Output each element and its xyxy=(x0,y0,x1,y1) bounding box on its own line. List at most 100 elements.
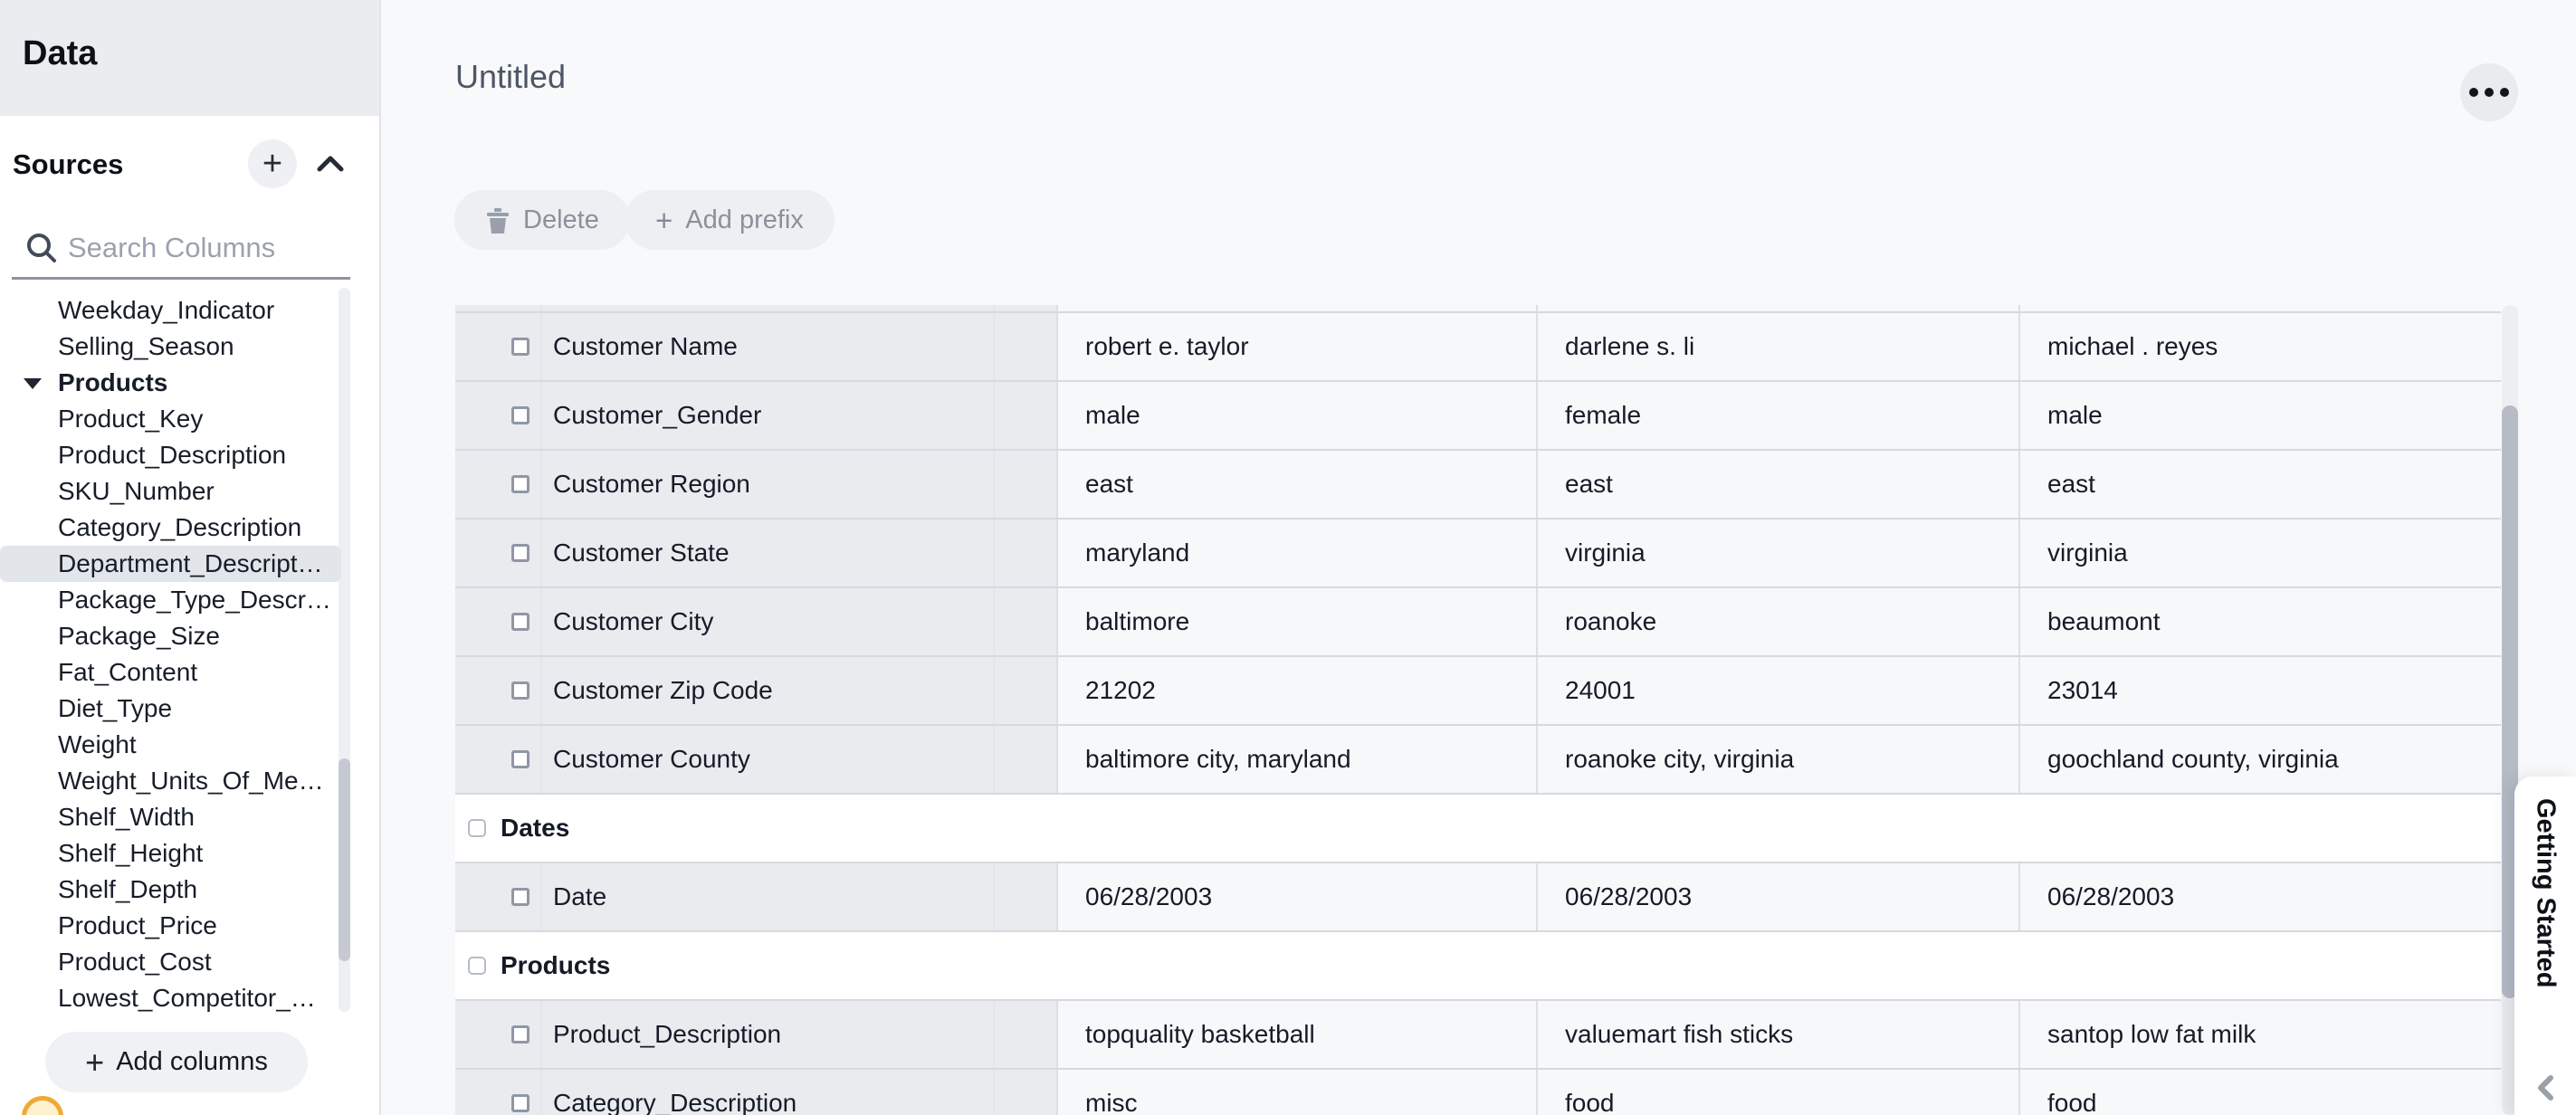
cell-gap xyxy=(993,588,1056,655)
sidebar-item-product-price[interactable]: Product_Price xyxy=(0,908,341,944)
caret-down-icon[interactable] xyxy=(24,378,42,389)
row-checkbox[interactable] xyxy=(511,613,530,631)
cell-gap xyxy=(993,313,1056,380)
cell-label[interactable]: Customer State xyxy=(540,519,993,586)
sidebar-item-label: Weight xyxy=(0,730,137,759)
delete-button[interactable]: Delete xyxy=(454,190,630,250)
sidebar-item-weight[interactable]: Weight xyxy=(0,727,341,763)
cell-value: baltimore xyxy=(1056,588,1536,655)
cell-value: beaumont xyxy=(2018,588,2501,655)
table-row-customer-county: Customer Countybaltimore city, marylandr… xyxy=(455,726,2501,795)
sidebar-item-package-type-descr[interactable]: Package_Type_Descr… xyxy=(0,582,341,618)
cell-label[interactable]: Customer Region xyxy=(540,451,993,518)
chevron-left-icon[interactable] xyxy=(2535,1073,2555,1102)
sidebar-item-label: Shelf_Height xyxy=(0,839,203,868)
cell-checkbox-column xyxy=(455,451,540,518)
add-prefix-button[interactable]: + Add prefix xyxy=(625,190,835,250)
sidebar-item-label: Category_Description xyxy=(0,513,301,542)
cell-value: east xyxy=(2018,451,2501,518)
table-row-customer-gender: Customer_Gendermalefemalemale xyxy=(455,382,2501,451)
cell-checkbox-column xyxy=(455,382,540,449)
row-checkbox[interactable] xyxy=(511,1025,530,1044)
sidebar-item-lowest-competitor[interactable]: Lowest_Competitor_… xyxy=(0,980,341,1016)
row-checkbox[interactable] xyxy=(511,475,530,493)
cell-checkbox-column xyxy=(455,1070,540,1115)
sidebar-item-selling-season[interactable]: Selling_Season xyxy=(0,329,341,365)
cell-checkbox-column xyxy=(455,519,540,586)
cell-label[interactable]: Customer Zip Code xyxy=(540,657,993,724)
sidebar-item-products[interactable]: Products xyxy=(0,365,341,401)
trash-icon xyxy=(485,205,510,234)
cell-label[interactable]: Customer County xyxy=(540,726,993,793)
sidebar-item-weight-units-of-me[interactable]: Weight_Units_Of_Me… xyxy=(0,763,341,799)
cell-value: 23014 xyxy=(2018,657,2501,724)
sidebar-item-label: Weekday_Indicator xyxy=(0,296,274,325)
cell-label[interactable]: Category_Description xyxy=(540,1070,993,1115)
cell-label[interactable]: Customer_Gender xyxy=(540,382,993,449)
cell-gap xyxy=(993,305,1056,311)
row-checkbox[interactable] xyxy=(511,544,530,562)
cell-checkbox-column xyxy=(455,863,540,930)
cell-gap xyxy=(993,519,1056,586)
sidebar-item-shelf-height[interactable]: Shelf_Height xyxy=(0,835,341,872)
add-columns-button[interactable]: + Add columns xyxy=(45,1032,308,1092)
row-checkbox[interactable] xyxy=(511,681,530,700)
sidebar-item-product-description[interactable]: Product_Description xyxy=(0,437,341,473)
add-source-button[interactable]: + xyxy=(248,139,297,188)
sidebar-item-shelf-depth[interactable]: Shelf_Depth xyxy=(0,872,341,908)
sidebar-item-product-cost[interactable]: Product_Cost xyxy=(0,944,341,980)
search-icon xyxy=(25,232,58,264)
sidebar-item-shelf-width[interactable]: Shelf_Width xyxy=(0,799,341,835)
cell-value: roanoke xyxy=(1536,588,2018,655)
sidebar-item-label: Selling_Season xyxy=(0,332,234,361)
cell-value xyxy=(2018,305,2501,311)
table-section-row-products[interactable]: Products xyxy=(455,932,2501,1001)
cell-gap xyxy=(993,863,1056,930)
sidebar-item-diet-type[interactable]: Diet_Type xyxy=(0,691,341,727)
sidebar-item-department-descript[interactable]: Department_Descript… xyxy=(0,546,341,582)
cell-value: east xyxy=(1536,451,2018,518)
sidebar-item-product-key[interactable]: Product_Key xyxy=(0,401,341,437)
table-row-customer-city: Customer City baltimoreroanokebeaumont xyxy=(455,588,2501,657)
table-section-row-dates[interactable]: Dates xyxy=(455,795,2501,863)
section-label: Products xyxy=(501,951,610,980)
chevron-up-icon[interactable] xyxy=(313,150,348,177)
getting-started-label: Getting Started xyxy=(2531,798,2561,987)
sidebar-item-weekday-indicator[interactable]: Weekday_Indicator xyxy=(0,292,341,329)
sidebar-item-label: Department_Descript… xyxy=(0,549,323,578)
sidebar-item-category-description[interactable]: Category_Description xyxy=(0,510,341,546)
getting-started-panel[interactable]: Getting Started xyxy=(2514,777,2576,1115)
row-checkbox[interactable] xyxy=(511,406,530,424)
sidebar-item-fat-content[interactable]: Fat_Content xyxy=(0,654,341,691)
sources-label: Sources xyxy=(13,148,123,181)
cell-label[interactable]: Product_Description xyxy=(540,1001,993,1068)
row-checkbox[interactable] xyxy=(511,1094,530,1112)
document-title[interactable]: Untitled xyxy=(455,58,566,96)
row-checkbox[interactable] xyxy=(511,888,530,906)
cell-value: 24001 xyxy=(1536,657,2018,724)
sidebar-item-sku-number[interactable]: SKU_Number xyxy=(0,473,341,510)
cell-value xyxy=(1056,305,1536,311)
sidebar-item-label: Package_Size xyxy=(0,622,220,651)
add-prefix-label: Add prefix xyxy=(685,205,804,235)
row-checkbox[interactable] xyxy=(511,750,530,768)
sidebar-item-label: Package_Type_Descr… xyxy=(0,586,331,615)
cell-label[interactable]: Customer Name xyxy=(540,313,993,380)
cell-value xyxy=(1536,305,2018,311)
cell-checkbox-column xyxy=(455,1001,540,1068)
sidebar-item-label: Shelf_Width xyxy=(0,803,195,832)
cell-value: virginia xyxy=(1536,519,2018,586)
search-input[interactable] xyxy=(68,226,339,270)
cell-label[interactable]: Date xyxy=(540,863,993,930)
help-bubble[interactable] xyxy=(22,1096,63,1115)
more-options-button[interactable] xyxy=(2460,63,2518,121)
cell-label[interactable]: Customer City xyxy=(540,588,993,655)
row-checkbox[interactable] xyxy=(511,338,530,356)
sidebar-item-package-size[interactable]: Package_Size xyxy=(0,618,341,654)
sidebar: Data Sources + Weekday_IndicatorSelling_… xyxy=(0,0,381,1115)
cell-value: maryland xyxy=(1056,519,1536,586)
section-checkbox[interactable] xyxy=(468,957,486,975)
sidebar-item-label: Lowest_Competitor_… xyxy=(0,984,316,1013)
section-checkbox[interactable] xyxy=(468,819,486,837)
cell-label xyxy=(540,305,993,311)
